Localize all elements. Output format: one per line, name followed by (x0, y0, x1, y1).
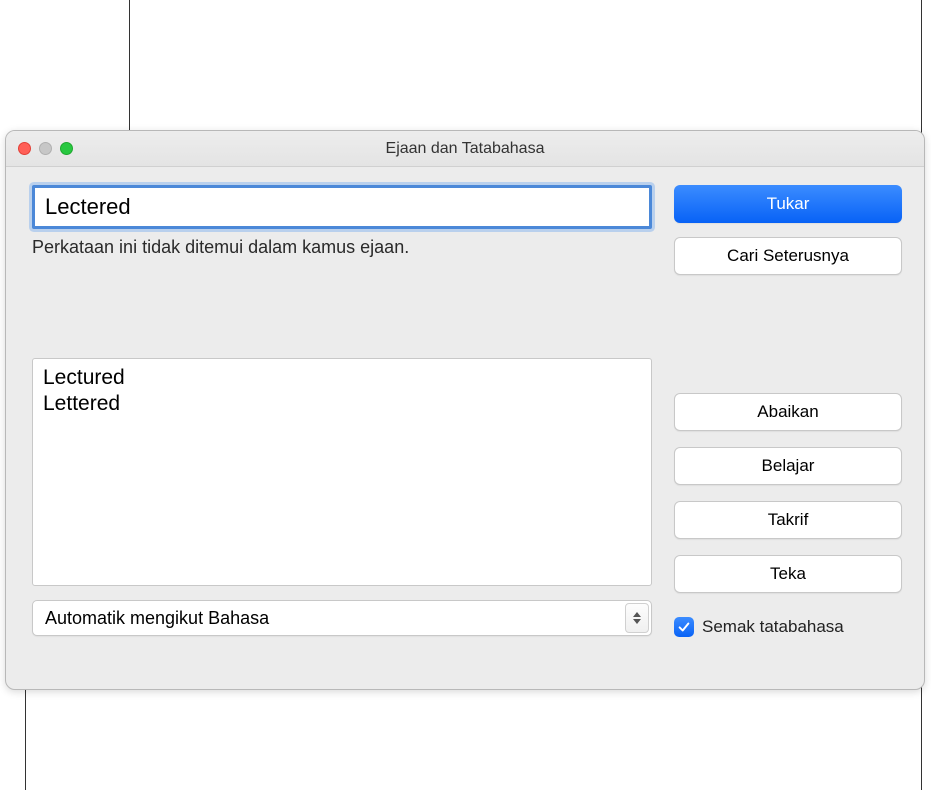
checkmark-icon (677, 620, 691, 634)
suggestion-item[interactable]: Lectured (43, 365, 641, 391)
guess-button[interactable]: Teka (674, 555, 902, 593)
language-select[interactable]: Automatik mengikut Bahasa (32, 600, 652, 636)
content-area: Perkataan ini tidak ditemui dalam kamus … (6, 167, 924, 659)
button-group-mid: Abaikan Belajar Takrif Teka (674, 393, 902, 593)
suggestion-item[interactable]: Lettered (43, 391, 641, 417)
suggestions-list[interactable]: Lectured Lettered (32, 358, 652, 586)
define-button[interactable]: Takrif (674, 501, 902, 539)
find-next-button[interactable]: Cari Seterusnya (674, 237, 902, 275)
window-title: Ejaan dan Tatabahasa (6, 140, 924, 158)
spelling-grammar-window: Ejaan dan Tatabahasa Perkataan ini tidak… (5, 130, 925, 690)
titlebar: Ejaan dan Tatabahasa (6, 131, 924, 167)
right-column: Tukar Cari Seterusnya Abaikan Belajar Ta… (674, 185, 902, 637)
left-column: Perkataan ini tidak ditemui dalam kamus … (32, 185, 652, 637)
misspelled-word-input[interactable] (32, 185, 652, 229)
status-message: Perkataan ini tidak ditemui dalam kamus … (32, 237, 652, 258)
check-grammar-checkbox[interactable] (674, 617, 694, 637)
select-arrows-icon (625, 603, 649, 633)
button-group-top: Tukar Cari Seterusnya (674, 185, 902, 275)
check-grammar-row[interactable]: Semak tatabahasa (674, 617, 902, 637)
check-grammar-label: Semak tatabahasa (702, 617, 844, 637)
ignore-button[interactable]: Abaikan (674, 393, 902, 431)
language-select-value: Automatik mengikut Bahasa (32, 600, 652, 636)
learn-button[interactable]: Belajar (674, 447, 902, 485)
change-button[interactable]: Tukar (674, 185, 902, 223)
